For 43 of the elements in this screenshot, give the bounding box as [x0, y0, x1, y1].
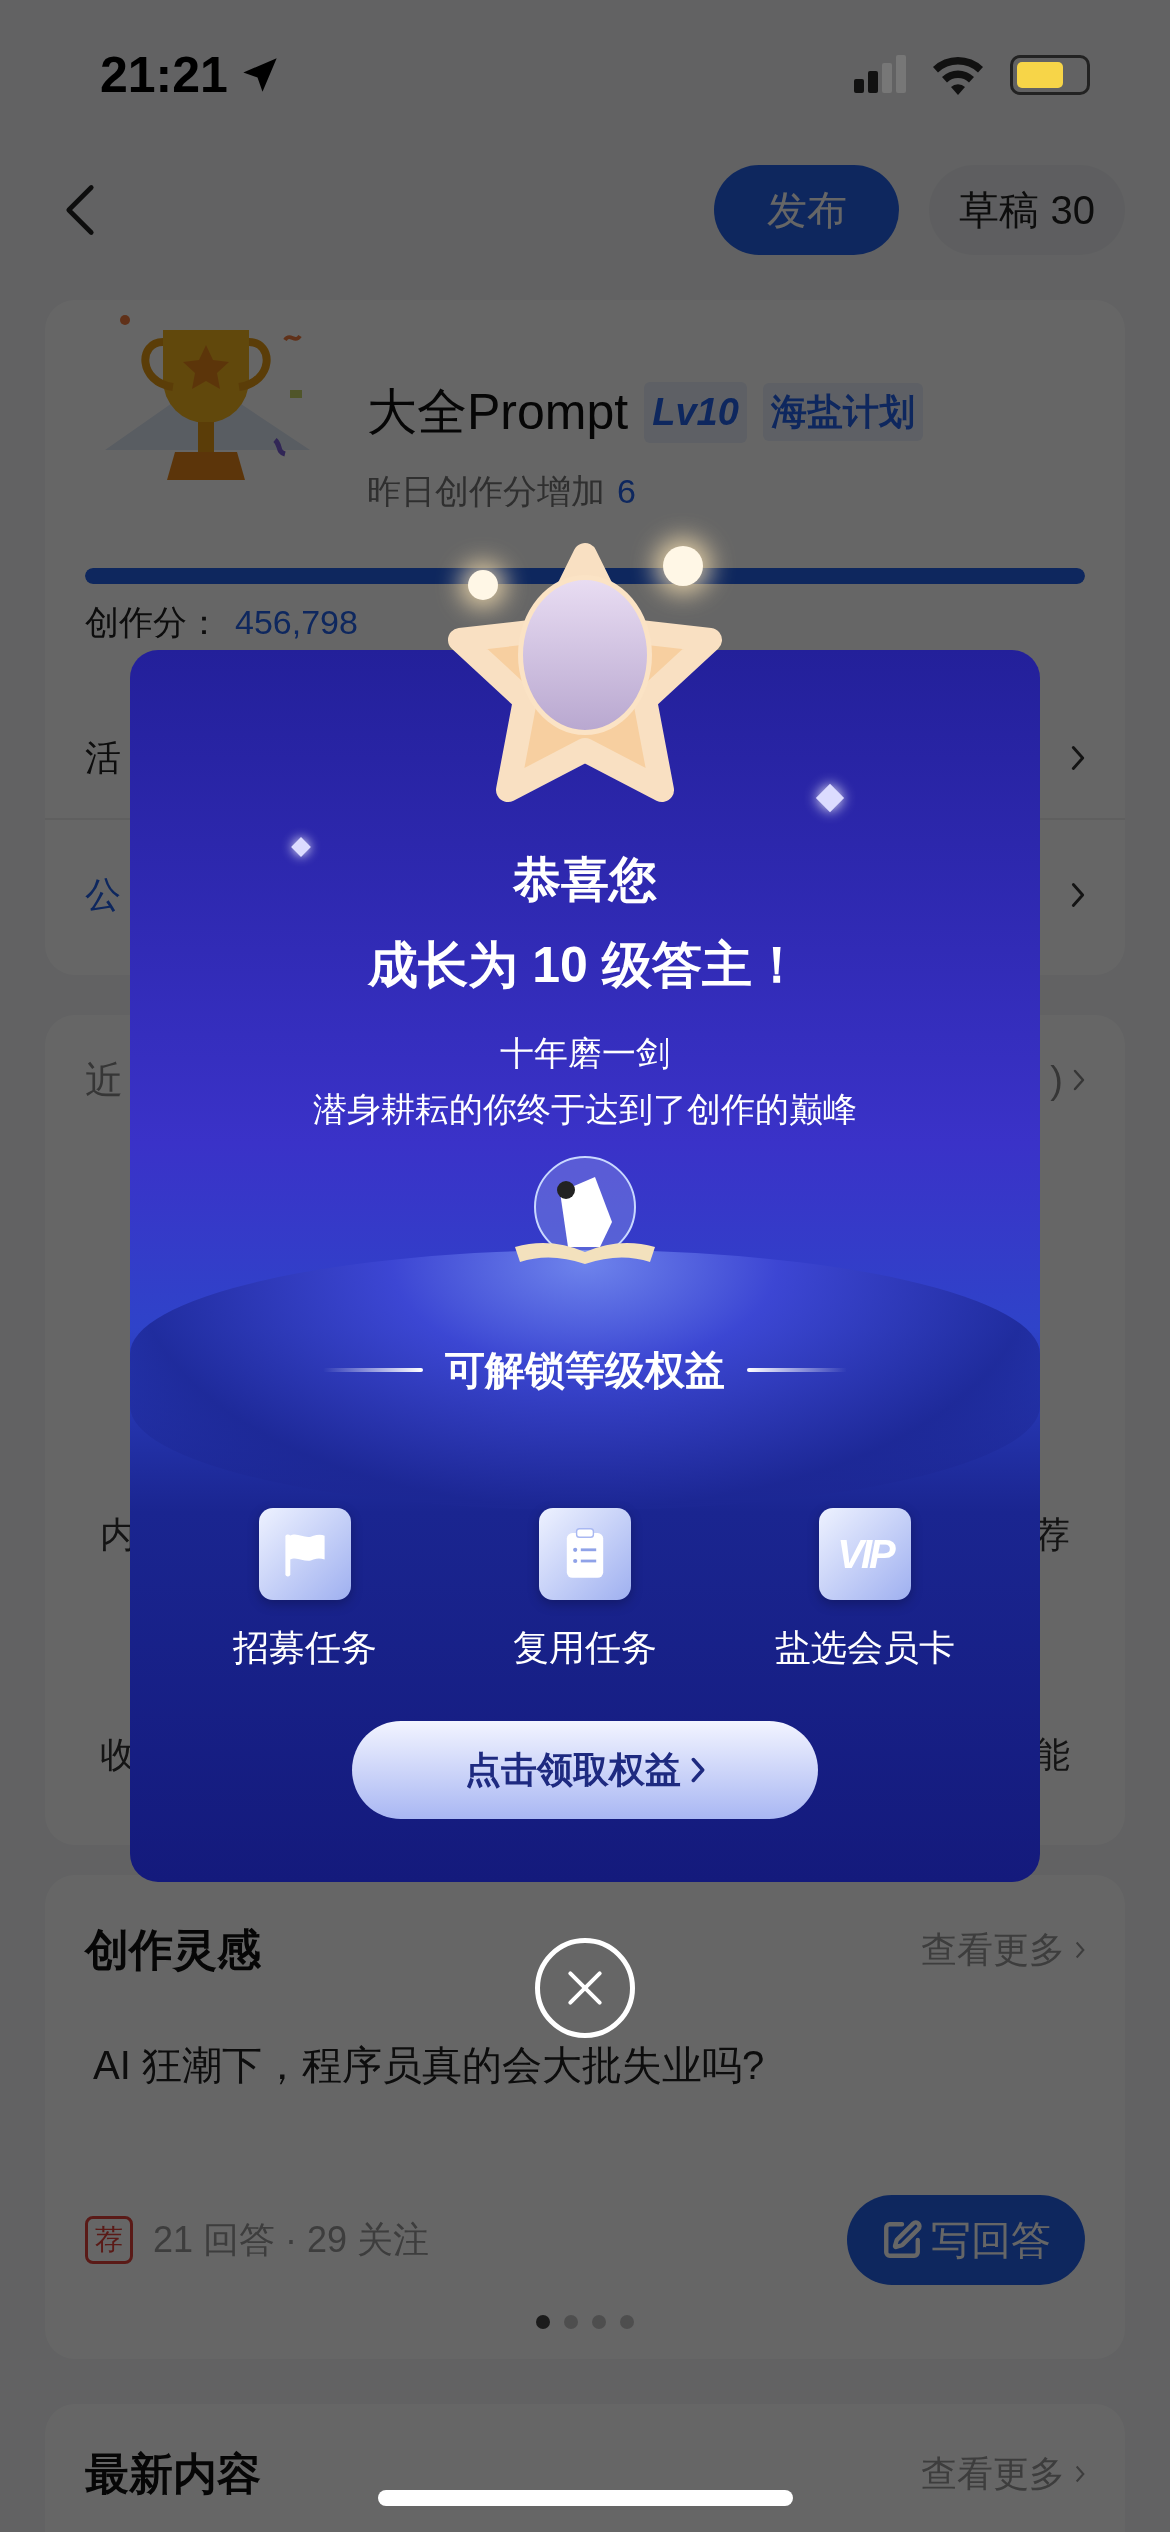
- edit-icon: [881, 2219, 923, 2261]
- publish-button[interactable]: 发布: [714, 165, 900, 255]
- claim-benefits-button[interactable]: 点击领取权益: [352, 1721, 818, 1819]
- level-badge: Lv10: [644, 381, 747, 443]
- recommended-badge: 荐: [85, 2216, 133, 2264]
- cellular-signal-icon: [854, 55, 906, 95]
- score-label: 创作分：: [85, 602, 221, 643]
- question-title[interactable]: AI 狂潮下，程序员真的会大批失业吗?: [85, 2035, 1085, 2095]
- score-value: 456,798: [235, 602, 358, 643]
- profile-name: 大全Prompt: [367, 383, 629, 442]
- chevron-right-icon: [691, 1757, 705, 1783]
- drafts-button[interactable]: 草稿 30: [929, 165, 1125, 255]
- battery-icon: [1010, 55, 1090, 95]
- chevron-right-icon: [1073, 1069, 1085, 1091]
- sparkle-gem: [291, 837, 311, 857]
- write-answer-button[interactable]: 写回答: [847, 2195, 1085, 2285]
- dialog-motto: 十年磨一剑: [500, 1033, 670, 1074]
- stats-suffix: ): [1050, 1057, 1063, 1103]
- benefit-label: 招募任务: [233, 1626, 377, 1670]
- chevron-right-icon: [1071, 745, 1085, 771]
- daily-score-value: 6: [617, 471, 636, 512]
- vip-icon[interactable]: VIP: [819, 1508, 911, 1600]
- wifi-icon: [932, 55, 984, 95]
- status-time: 21:21: [100, 50, 228, 100]
- section-title: 创作灵感: [85, 1924, 261, 1976]
- chevron-right-icon: [1071, 882, 1085, 908]
- benefit-label: 盐选会员卡: [775, 1626, 955, 1670]
- benefits-title: 可解锁等级权益: [445, 1347, 725, 1394]
- benefit-label: 复用任务: [513, 1626, 657, 1670]
- clipboard-icon[interactable]: [539, 1508, 631, 1600]
- stat-label: 收: [100, 1733, 136, 1777]
- chevron-right-icon: [1075, 1940, 1085, 1960]
- row-label[interactable]: 公: [85, 868, 121, 922]
- close-button[interactable]: [535, 1938, 635, 2038]
- row-label[interactable]: 活: [85, 731, 121, 785]
- dialog-title: 恭喜您: [513, 852, 657, 908]
- chevron-right-icon: [1075, 2464, 1085, 2484]
- program-tag: 海盐计划: [762, 383, 923, 441]
- dialog-headline: 成长为 10 级答主！: [368, 936, 802, 995]
- flag-icon[interactable]: [259, 1508, 351, 1600]
- dialog-message: 潜身耕耘的你终于达到了创作的巅峰: [313, 1089, 857, 1130]
- section-title: 最新内容: [85, 2448, 261, 2500]
- back-icon[interactable]: [65, 183, 95, 237]
